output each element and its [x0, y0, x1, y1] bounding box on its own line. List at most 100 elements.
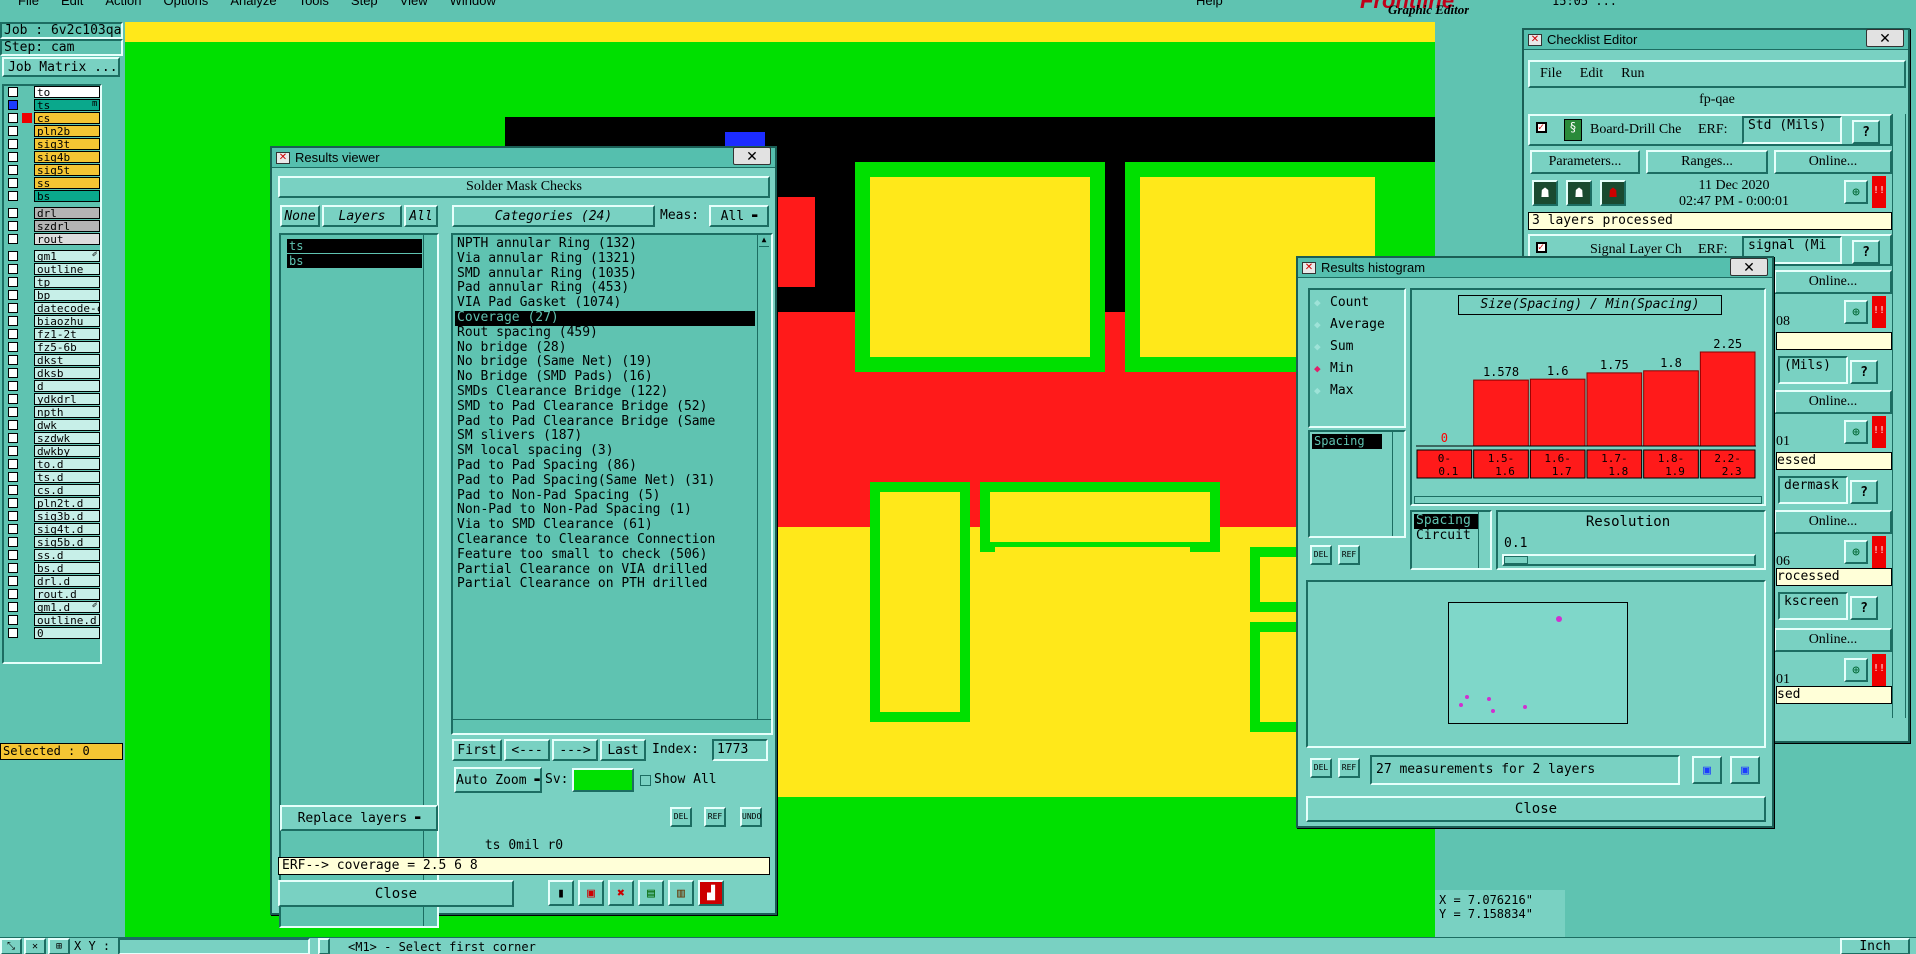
category-item[interactable]: NPTH annular Ring (132) [455, 237, 755, 252]
category-item[interactable]: SMD to Pad Clearance Bridge (52) [455, 400, 755, 415]
layer-row[interactable]: to [4, 86, 102, 99]
last-button[interactable]: Last [600, 739, 646, 761]
layer-checkbox[interactable] [8, 394, 18, 404]
del-button[interactable]: DEL [1310, 545, 1332, 565]
tool-icon-2[interactable]: ▣ [578, 880, 604, 906]
histogram-chart[interactable]: 00-0.11.5781.5-1.61.61.6-1.71.751.7-1.81… [1414, 326, 1758, 496]
categories-button[interactable]: Categories (24) [452, 205, 655, 227]
window-menu-icon[interactable]: ✕ [1528, 33, 1542, 46]
stat-option[interactable]: ◆ Count [1314, 294, 1404, 316]
alert-icon[interactable]: !! [1872, 176, 1886, 208]
layer-checkbox[interactable] [8, 208, 18, 218]
checklist-menu-item[interactable]: Edit [1580, 66, 1603, 82]
layer-checkbox[interactable] [8, 303, 18, 313]
layer-checkbox[interactable] [8, 628, 18, 638]
layer-checkbox[interactable] [8, 511, 18, 521]
category-item[interactable]: Rout spacing (459) [455, 326, 755, 341]
tool-icon-4[interactable]: ▤ [638, 880, 664, 906]
parameters-button[interactable]: Parameters... [1530, 150, 1640, 174]
layer-checkbox[interactable] [8, 524, 18, 534]
categories-list[interactable]: NPTH annular Ring (132) Via annular Ring … [451, 233, 773, 735]
show-all-checkbox[interactable] [640, 775, 651, 786]
layer-checkbox[interactable] [8, 234, 18, 244]
layer-row[interactable]: datecode-cs [4, 302, 102, 315]
menu-item[interactable]: Edit [61, 0, 83, 8]
online-button[interactable]: Online... [1774, 270, 1892, 294]
layer-checkbox[interactable] [8, 433, 18, 443]
stat-option[interactable]: ◆ Max [1314, 382, 1404, 404]
layer-row[interactable]: sig3t [4, 138, 102, 151]
category-item[interactable]: Via annular Ring (1321) [455, 252, 755, 267]
menu-item[interactable]: File [18, 0, 39, 8]
layer-checkbox[interactable] [8, 485, 18, 495]
circuit-item[interactable]: Spacing [1414, 514, 1478, 529]
sv-color-select[interactable] [572, 768, 634, 792]
slider-thumb[interactable] [1504, 556, 1528, 564]
separator-handle[interactable] [318, 938, 330, 954]
layer-checkbox[interactable] [8, 381, 18, 391]
layer-row[interactable]: sig5t [4, 164, 102, 177]
help-button[interactable]: ? [1850, 360, 1878, 384]
close-button[interactable]: Close [278, 880, 514, 907]
category-item[interactable]: Pad to Pad Spacing (86) [455, 459, 755, 474]
histogram-bar[interactable] [1643, 370, 1699, 447]
checklist-scrollbar[interactable] [1892, 114, 1906, 718]
erf-select[interactable]: Std (Mils) [1742, 116, 1842, 144]
layer-checkbox[interactable] [8, 165, 18, 175]
layer-row[interactable]: ss.d [4, 549, 102, 562]
layer-checkbox[interactable] [8, 251, 18, 261]
layers-button[interactable]: Layers [322, 205, 402, 227]
layer-row[interactable]: outline [4, 263, 102, 276]
circuit-list[interactable]: Spacing Circuit [1410, 510, 1492, 570]
radio-icon[interactable]: ◆ [1314, 296, 1321, 309]
selected-layer-item[interactable]: bs [287, 254, 422, 268]
layer-row[interactable]: dksb [4, 367, 102, 380]
layer-row[interactable]: dwkby [4, 445, 102, 458]
layer-row[interactable]: fz5-6b [4, 341, 102, 354]
layer-row[interactable]: cs [4, 112, 102, 125]
check-enabled-icon[interactable]: ✓ [1536, 122, 1547, 133]
zoom-icon[interactable]: ⊕ [1844, 540, 1868, 564]
layer-checkbox[interactable] [8, 550, 18, 560]
erf-select[interactable]: kscreen [1778, 592, 1848, 620]
layer-row[interactable]: dkst [4, 354, 102, 367]
menu-item[interactable]: Tools [299, 0, 329, 8]
histogram-bar[interactable] [1586, 372, 1643, 447]
alert-icon[interactable]: !! [1872, 654, 1886, 686]
units-button[interactable]: Inch [1840, 938, 1910, 954]
close-icon[interactable]: ✕ [1866, 29, 1904, 47]
tool-icon-5[interactable]: ▥ [668, 880, 694, 906]
all-layers-button[interactable]: All [404, 205, 438, 227]
checklist-menu-item[interactable]: File [1540, 66, 1562, 82]
ranges-button[interactable]: Ranges... [1646, 150, 1768, 174]
alert-icon[interactable]: !! [1872, 416, 1886, 448]
layer-row[interactable]: gm1 ✐ [4, 250, 102, 263]
histogram-bar[interactable] [1699, 351, 1756, 447]
fit-icon[interactable]: ▣ [1730, 756, 1760, 784]
erf-select[interactable]: dermask [1778, 476, 1848, 504]
check-enabled-icon[interactable]: ✓ [1536, 242, 1547, 253]
erf-select[interactable]: (Mils) [1778, 356, 1848, 384]
histogram-titlebar[interactable]: ✕ Results histogram [1298, 258, 1772, 278]
del-button[interactable]: DEL [670, 807, 692, 827]
layer-row[interactable]: gm1.d ✐ [4, 601, 102, 614]
stat-option[interactable]: ◆ Sum [1314, 338, 1404, 360]
window-menu-icon[interactable]: ✕ [276, 151, 290, 164]
layer-row[interactable]: sig4t.d [4, 523, 102, 536]
index-input[interactable]: 1773 [712, 739, 768, 761]
zoom-icon[interactable]: ⊕ [1844, 180, 1868, 204]
category-item[interactable]: Partial Clearance on VIA drilled [455, 563, 755, 578]
layer-checkbox[interactable] [8, 420, 18, 430]
layer-checkbox[interactable] [8, 126, 18, 136]
run-icon[interactable]: ☗ [1532, 180, 1558, 206]
online-button[interactable]: Online... [1774, 390, 1892, 414]
layer-row[interactable]: ts.d [4, 471, 102, 484]
alert-icon[interactable]: !! [1872, 536, 1886, 568]
layer-row[interactable]: biaozhu [4, 315, 102, 328]
category-item[interactable]: No bridge (Same Net) (19) [455, 355, 755, 370]
layer-row[interactable]: sig4b [4, 151, 102, 164]
window-menu-icon[interactable]: ✕ [1302, 261, 1316, 274]
layer-checkbox[interactable] [8, 113, 18, 123]
category-item[interactable]: Pad to Pad Clearance Bridge (Same [455, 415, 755, 430]
undo-button[interactable]: UNDO [740, 807, 762, 827]
